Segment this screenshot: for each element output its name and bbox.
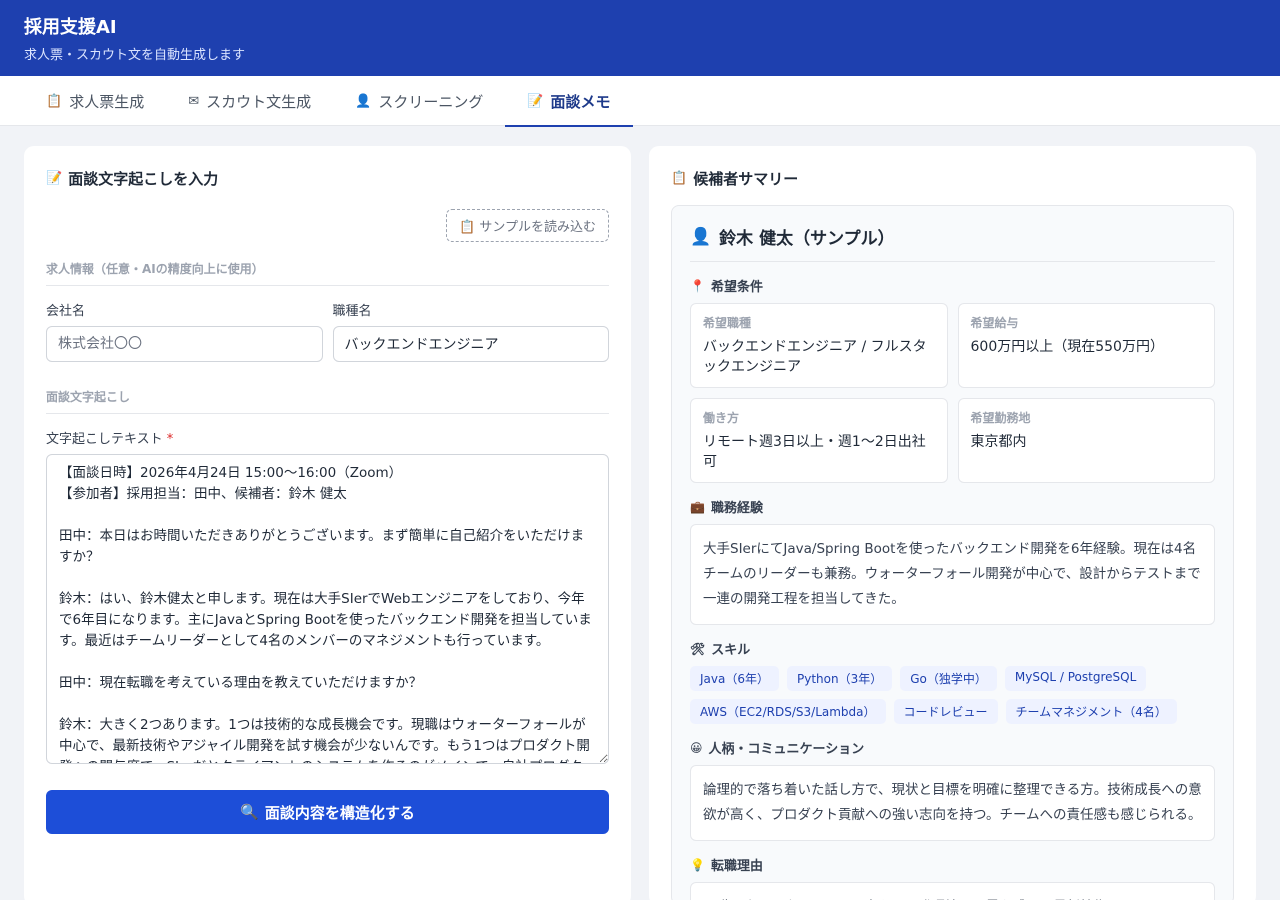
app-subtitle: 求人票・スカウト文を自動生成します — [24, 48, 246, 63]
skill-tag: チームマネジメント（4名） — [1005, 699, 1177, 724]
conditions-grid: 希望職種 バックエンドエンジニア / フルスタックエンジニア 希望給与 600万… — [690, 303, 1215, 483]
tab-label: スクリーニング — [378, 92, 484, 111]
summary-panel-title: 📋 候補者サマリー — [671, 170, 799, 188]
transcript-textarea[interactable] — [46, 454, 609, 764]
user-icon: 👤 — [690, 226, 712, 247]
user-icon: 👤 — [355, 93, 372, 109]
envelope-icon: ✉ — [188, 93, 200, 109]
skill-tag: MySQL / PostgreSQL — [1004, 666, 1147, 691]
condition-item: 希望職種 バックエンドエンジニア / フルスタックエンジニア — [690, 303, 948, 388]
condition-item: 希望給与 600万円以上（現在550万円） — [957, 303, 1215, 388]
tab-scout-message[interactable]: ✉ スカウト文生成 — [166, 76, 333, 126]
condition-item: 希望勤務地 東京都内 — [957, 398, 1215, 483]
tab-label: スカウト文生成 — [206, 92, 312, 111]
skill-tag: Go（独学中） — [900, 666, 997, 691]
pin-icon: 📍 — [690, 278, 705, 293]
tab-job-posting[interactable]: 📋 求人票生成 — [24, 76, 166, 126]
briefcase-icon: 💼 — [690, 499, 705, 514]
reason-heading: 💡 転職理由 — [690, 857, 763, 875]
memo-icon: 📝 — [46, 171, 63, 186]
tab-interview-memo[interactable]: 📝 面談メモ — [505, 76, 633, 127]
load-sample-button[interactable]: 📋 サンプルを読み込む — [446, 209, 609, 242]
magnifier-icon: 🔍 — [240, 803, 259, 821]
skill-tag: Java（6年） — [690, 666, 779, 691]
tab-label: 面談メモ — [550, 92, 611, 111]
skills-heading: 🛠 スキル — [690, 641, 751, 659]
summary-panel: 📋 候補者サマリー 👤 鈴木 健太（サンプル） 📍 希望条件 希望職種 バックエ… — [649, 146, 1256, 900]
lightbulb-icon: 💡 — [690, 857, 705, 872]
tools-icon: 🛠 — [690, 641, 706, 656]
position-name-input[interactable] — [332, 326, 609, 362]
personality-heading: 😀 人柄・コミュニケーション — [690, 740, 865, 758]
skills-list: Java（6年） Python（3年） Go（独学中） MySQL / Post… — [690, 666, 1215, 724]
smile-icon: 😀 — [690, 740, 703, 755]
company-name-input[interactable] — [46, 326, 323, 362]
input-panel: 📝 面談文字起こしを入力 📋 サンプルを読み込む 求人情報（任意・AIの精度向上… — [24, 146, 631, 900]
personality-text: 論理的で落ち着いた話し方で、現状と目標を明確に整理できる方。技術成長への意欲が高… — [690, 765, 1215, 841]
tab-label: 求人票生成 — [69, 92, 145, 111]
transcript-label: 文字起こしテキスト * — [46, 432, 174, 447]
skill-tag: AWS（EC2/RDS/S3/Lambda） — [690, 699, 886, 724]
required-mark: * — [166, 432, 174, 447]
candidate-name: 👤 鈴木 健太（サンプル） — [690, 224, 1215, 262]
memo-icon: 📝 — [527, 93, 544, 109]
clipboard-icon: 📋 — [459, 220, 476, 235]
company-name-label: 会社名 — [46, 304, 86, 319]
app-header: 採用支援AI 求人票・スカウト文を自動生成します — [0, 0, 1280, 76]
experience-text: 大手SIerにてJava/Spring Bootを使ったバックエンド開発を6年経… — [690, 524, 1215, 625]
transcript-section-label: 面談文字起こし — [46, 388, 609, 414]
conditions-heading: 📍 希望条件 — [690, 278, 763, 296]
candidate-summary-card: 👤 鈴木 健太（サンプル） 📍 希望条件 希望職種 バックエンドエンジニア / … — [671, 205, 1234, 900]
skill-tag: コードレビュー — [893, 699, 998, 724]
tab-bar: 📋 求人票生成 ✉ スカウト文生成 👤 スクリーニング 📝 面談メモ — [0, 76, 1280, 127]
clipboard-icon: 📋 — [46, 93, 63, 109]
skill-tag: Python（3年） — [786, 666, 893, 691]
position-name-label: 職種名 — [332, 304, 372, 319]
tab-screening[interactable]: 👤 スクリーニング — [333, 76, 505, 126]
experience-heading: 💼 職務経験 — [690, 499, 763, 517]
input-panel-title: 📝 面談文字起こしを入力 — [46, 170, 219, 188]
reason-text: 現職のウォーターフォール中心の開発環境に限界を感じ、最新技術・アジャイル — [690, 882, 1215, 900]
job-info-section-label: 求人情報（任意・AIの精度向上に使用） — [46, 260, 609, 286]
app-title: 採用支援AI — [24, 17, 117, 38]
clipboard-icon: 📋 — [671, 171, 688, 186]
main-content: 📝 面談文字起こしを入力 📋 サンプルを読み込む 求人情報（任意・AIの精度向上… — [0, 126, 1280, 900]
condition-item: 働き方 リモート週3日以上・週1〜2日出社可 — [690, 398, 948, 483]
structure-interview-button[interactable]: 🔍 面談内容を構造化する — [46, 790, 609, 834]
